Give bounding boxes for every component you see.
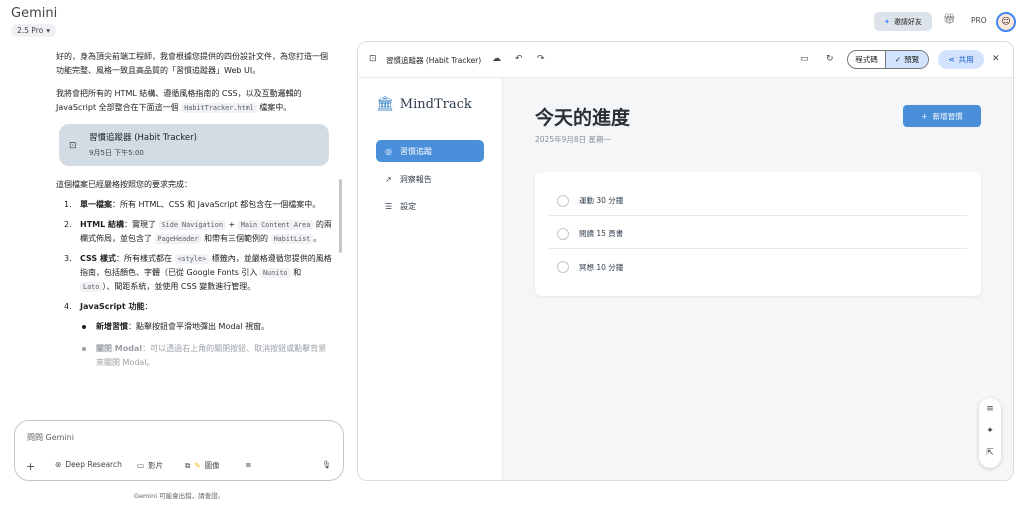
microphone-icon[interactable]: 🎙︎ — [322, 460, 332, 469]
list-item: 關閉 Modal：可以透過右上角的關閉按鈕、取消按鈕或點擊背景來關閉 Modal… — [56, 342, 332, 370]
cloud-icon[interactable]: ☁ — [492, 54, 501, 64]
nav-item-settings[interactable]: ☰ 設定 — [376, 195, 484, 217]
chat-response: 好的，身為頂尖前端工程師，我會根據您提供的四份設計文件，為您打造一個功能完整、風… — [56, 50, 332, 378]
trend-icon: ↗ — [385, 174, 392, 184]
tab-preview[interactable]: ✓ 預覽 — [885, 51, 928, 68]
video-icon: ▭ — [137, 461, 145, 470]
invite-label: 邀請好友 — [893, 17, 922, 26]
habit-list: 運動 30 分鐘 閱讀 15 頁書 冥想 10 分鐘 — [535, 172, 981, 296]
model-label: 2.5 Pro — [17, 26, 44, 35]
intro-paragraph-2: 我將會把所有的 HTML 結構、遵循風格指南的 CSS，以及互動邏輯的 Java… — [56, 89, 302, 113]
file-card-title: 習慣追蹤器 (Habit Tracker) — [89, 133, 197, 143]
list-item: 4. JavaScript 功能： 新增習慣：點擊按鈕會平滑地彈出 Modal … — [56, 300, 332, 370]
deep-research-button[interactable]: ⊛ Deep Research — [55, 460, 122, 469]
requirements-list: 1. 單一檔案：所有 HTML、CSS 和 JavaScript 都包含在一個檔… — [56, 198, 332, 370]
undo-icon[interactable]: ↶ — [515, 54, 523, 64]
image-button[interactable]: ⧉ ✎ 圖像 — [185, 460, 220, 471]
share-button[interactable]: ⋖ 共用 — [938, 50, 984, 69]
deep-research-icon: ⊛ — [55, 460, 62, 469]
tab-code[interactable]: 程式碼 — [848, 51, 885, 68]
gift-icon[interactable]: 🎁︎ — [943, 14, 956, 25]
code-file-icon: ⊡ — [369, 54, 377, 64]
check-circle-icon: ◎ — [385, 146, 392, 156]
add-icon[interactable]: + — [26, 460, 35, 473]
check-icon: ✓ — [894, 55, 902, 64]
page-title: 今天的進度 — [535, 107, 631, 129]
add-habit-button[interactable]: + 新增習慣 — [903, 105, 981, 127]
caret-down-icon: ▾ — [46, 26, 50, 35]
side-navigation: 🏛︎ MindTrack ◎ 習慣追蹤 ↗ 洞察報告 ☰ 設定 — [358, 78, 503, 480]
code-file-icon: ⊡ — [69, 141, 77, 151]
canvas-panel: ⊡ 習慣追蹤器 (Habit Tracker) ☁ ↶ ↷ ▭ ↻ 程式碼 ✓ … — [357, 41, 1014, 481]
js-features-list: 新增習慣：點擊按鈕會平滑地彈出 Modal 視窗。 關閉 Modal：可以透過右… — [56, 320, 332, 370]
disclaimer: Gemini 可能會出錯，請查證。 — [133, 492, 225, 500]
habit-checkbox[interactable] — [557, 261, 569, 273]
image-icon: ⧉ — [185, 460, 191, 470]
avatar[interactable]: ☺ — [996, 12, 1016, 32]
top-bar: Gemini 2.5 Pro ▾ ✦ 邀請好友 🎁︎ PRO ☺ — [0, 0, 1024, 40]
collapse-icon[interactable]: ⇱ — [979, 448, 1001, 458]
list-item: 2. HTML 結構：實現了 Side Navigation + Main Co… — [64, 220, 332, 244]
invite-friends-button[interactable]: ✦ 邀請好友 — [874, 12, 932, 31]
view-toggle: 程式碼 ✓ 預覽 — [847, 50, 929, 69]
nav-item-habit-tracking[interactable]: ◎ 習慣追蹤 — [376, 140, 484, 162]
refresh-icon[interactable]: ↻ — [826, 54, 834, 64]
canvas-icon[interactable]: ⧈ — [246, 460, 251, 470]
requirements-intro: 這個檔案已經嚴格按照您的要求完成： — [56, 180, 192, 189]
inline-code: HabitTracker.html — [181, 103, 257, 113]
video-button[interactable]: ▭ 影片 — [137, 460, 163, 471]
banana-icon: ✎ — [194, 461, 201, 470]
model-selector[interactable]: 2.5 Pro ▾ — [11, 24, 56, 37]
plus-icon: + — [921, 111, 928, 121]
habit-checkbox[interactable] — [557, 227, 569, 240]
habit-item[interactable]: 閱讀 15 頁書 — [549, 219, 967, 249]
nav-item-insights[interactable]: ↗ 洞察報告 — [376, 168, 484, 190]
prompt-input-box[interactable]: 問問 Gemini + ⊛ Deep Research ▭ 影片 ⧉ ✎ 圖像 … — [14, 420, 344, 481]
habit-tracker-preview: 🏛︎ MindTrack ◎ 習慣追蹤 ↗ 洞察報告 ☰ 設定 今天的進度 20… — [358, 78, 1013, 480]
prompt-input[interactable]: 問問 Gemini — [27, 432, 74, 443]
page-date: 2025年9月8日 星期一 — [535, 135, 612, 144]
canvas-file-card[interactable]: ⊡ 習慣追蹤器 (Habit Tracker) 9月5日 下午5:00 — [59, 124, 329, 166]
sliders-icon: ☰ — [385, 201, 393, 211]
intro-paragraph-1: 好的，身為頂尖前端工程師，我會根據您提供的四份設計文件，為您打造一個功能完整、風… — [56, 52, 328, 75]
console-icon[interactable]: ▭ — [800, 54, 809, 64]
pro-badge: PRO — [971, 16, 987, 25]
floating-toolbar: ≡ ✦ ⇱ — [979, 398, 1001, 468]
chat-scrollbar[interactable] — [339, 179, 342, 253]
list-item: 新增習慣：點擊按鈕會平滑地彈出 Modal 視窗。 — [56, 320, 332, 334]
main-content: 今天的進度 2025年9月8日 星期一 + 新增習慣 運動 30 分鐘 閱讀 1… — [503, 78, 1013, 480]
habit-checkbox[interactable] — [557, 194, 569, 207]
sparkle-edit-icon[interactable]: ✦ — [979, 426, 1001, 436]
file-card-time: 9月5日 下午5:00 — [89, 149, 144, 157]
list-item: 3. CSS 樣式：所有樣式都在 <style> 標籤內，並嚴格遵循您提供的風格… — [64, 254, 332, 292]
sparkle-icon: ✦ — [884, 17, 890, 26]
redo-icon[interactable]: ↷ — [537, 54, 545, 64]
brand-logo: 🏛︎ MindTrack — [376, 96, 472, 112]
close-icon[interactable]: ✕ — [992, 54, 1000, 64]
habit-item[interactable]: 運動 30 分鐘 — [549, 186, 967, 216]
canvas-title: 習慣追蹤器 (Habit Tracker) — [386, 56, 482, 65]
share-icon: ⋖ — [948, 55, 955, 64]
temple-icon: 🏛︎ — [376, 96, 394, 112]
canvas-toolbar: ⊡ 習慣追蹤器 (Habit Tracker) ☁ ↶ ↷ ▭ ↻ 程式碼 ✓ … — [358, 42, 1013, 78]
drag-handle-icon[interactable]: ≡ — [979, 404, 1001, 414]
habit-item[interactable]: 冥想 10 分鐘 — [549, 252, 967, 282]
app-title: Gemini — [11, 6, 58, 21]
list-item: 1. 單一檔案：所有 HTML、CSS 和 JavaScript 都包含在一個檔… — [64, 200, 321, 209]
